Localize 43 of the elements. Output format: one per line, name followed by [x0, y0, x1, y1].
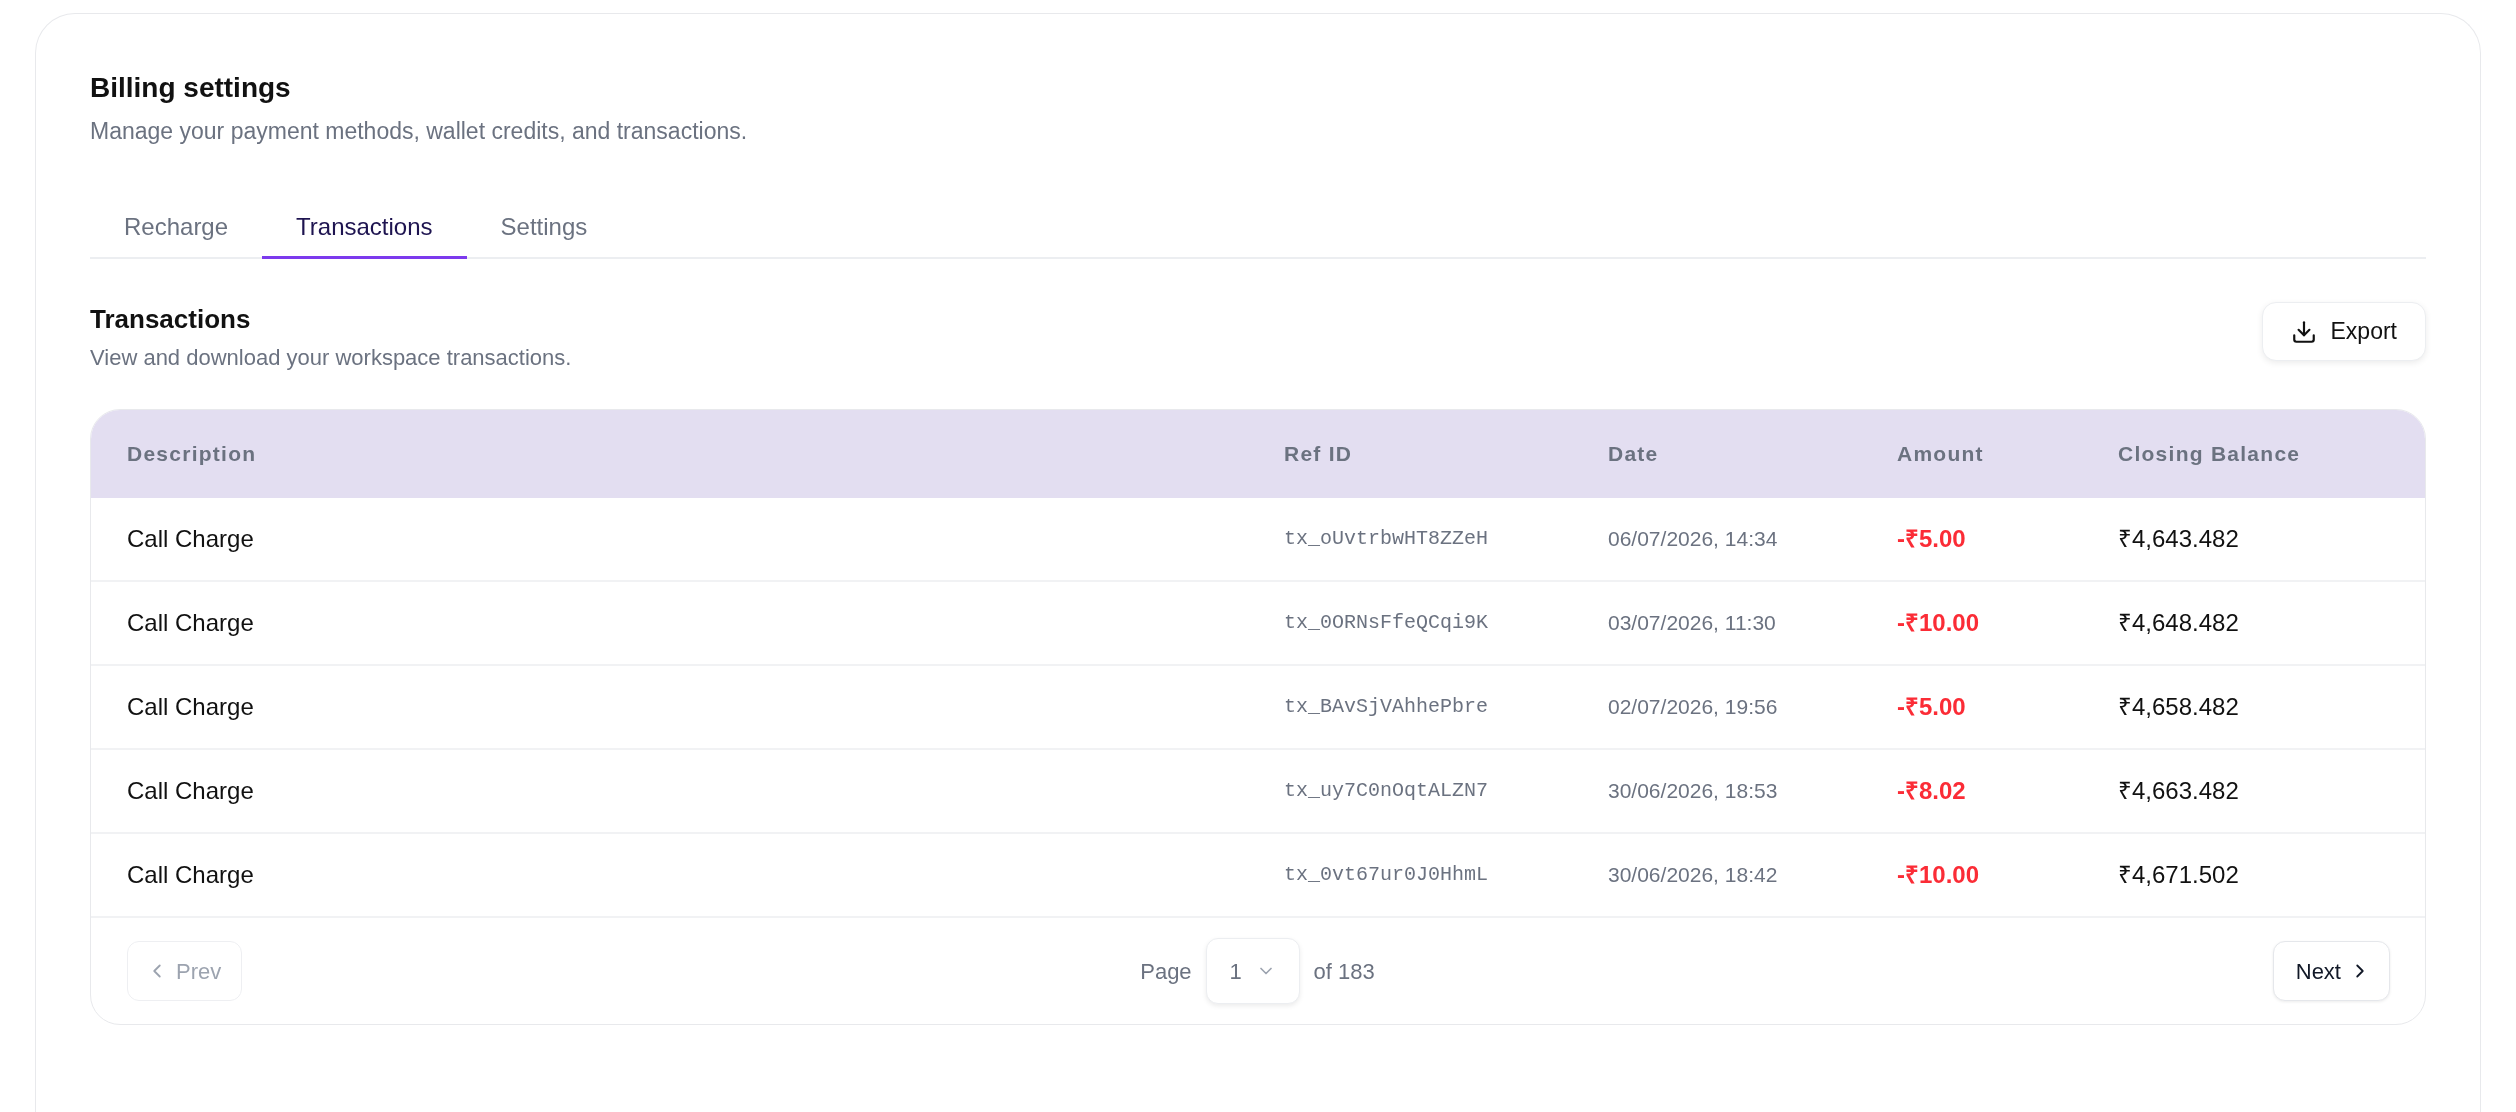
table-cell: Call Charge [127, 693, 254, 720]
table-cell: 06/07/2026, 14:34 [1608, 527, 1778, 551]
tab[interactable]: Transactions [262, 197, 467, 259]
table-cell: tx_oUvtrbwHT8ZZeH [1284, 527, 1489, 550]
table-cell: tx_BAvSjVAhhePbre [1284, 695, 1489, 718]
next-button[interactable]: Next [2272, 941, 2390, 1001]
table-cell: tx_0vt67ur0J0HhmL [1284, 863, 1489, 886]
table-cell: ₹4,643.482 [2118, 525, 2239, 552]
column-header: Date [1608, 442, 1659, 466]
table-cell: -₹5.00 [1897, 525, 1966, 552]
table-cell: Call Charge [127, 861, 254, 888]
section-title: Transactions [90, 303, 252, 336]
column-header: Closing Balance [2118, 442, 2301, 466]
page-label: Page [1140, 957, 1192, 986]
column-header: Description [127, 442, 257, 466]
page-count: of 183 [1313, 957, 1375, 986]
table-cell: tx_uy7C0nOqtALZN7 [1284, 779, 1489, 802]
tab[interactable]: Recharge [90, 197, 263, 259]
table-cell: Call Charge [127, 777, 254, 804]
page-select[interactable]: 1 [1205, 938, 1300, 1004]
table-cell: ₹4,648.482 [2118, 609, 2239, 636]
table-cell: Call Charge [127, 609, 254, 636]
table-cell: -₹5.00 [1897, 693, 1966, 720]
table-cell: ₹4,658.482 [2118, 693, 2239, 720]
column-header: Ref ID [1284, 442, 1353, 466]
download-icon [2290, 318, 2317, 345]
table-cell: -₹10.00 [1897, 861, 1980, 888]
tab[interactable]: Settings [466, 197, 622, 259]
column-header: Amount [1897, 442, 1984, 466]
section-subtitle: View and download your workspace transactions. [90, 344, 572, 372]
table-cell: -₹10.00 [1897, 609, 1980, 636]
page-title: Billing settings [90, 71, 292, 105]
table-cell: -₹8.02 [1897, 777, 1966, 804]
export-button[interactable]: Export [2261, 302, 2426, 361]
table-cell: ₹4,663.482 [2118, 777, 2239, 804]
page-subtitle: Manage your payment methods, wallet credits, and transactions. [90, 117, 749, 146]
table-cell: tx_0ORNsFfeQCqi9K [1284, 611, 1489, 634]
table-cell: Call Charge [127, 525, 254, 552]
table-cell: ₹4,671.502 [2118, 861, 2239, 888]
table-cell: 30/06/2026, 18:42 [1608, 863, 1778, 887]
table-cell: 03/07/2026, 11:30 [1608, 611, 1776, 635]
table-cell: 02/07/2026, 19:56 [1608, 695, 1778, 719]
table-cell: 30/06/2026, 18:53 [1608, 779, 1778, 803]
